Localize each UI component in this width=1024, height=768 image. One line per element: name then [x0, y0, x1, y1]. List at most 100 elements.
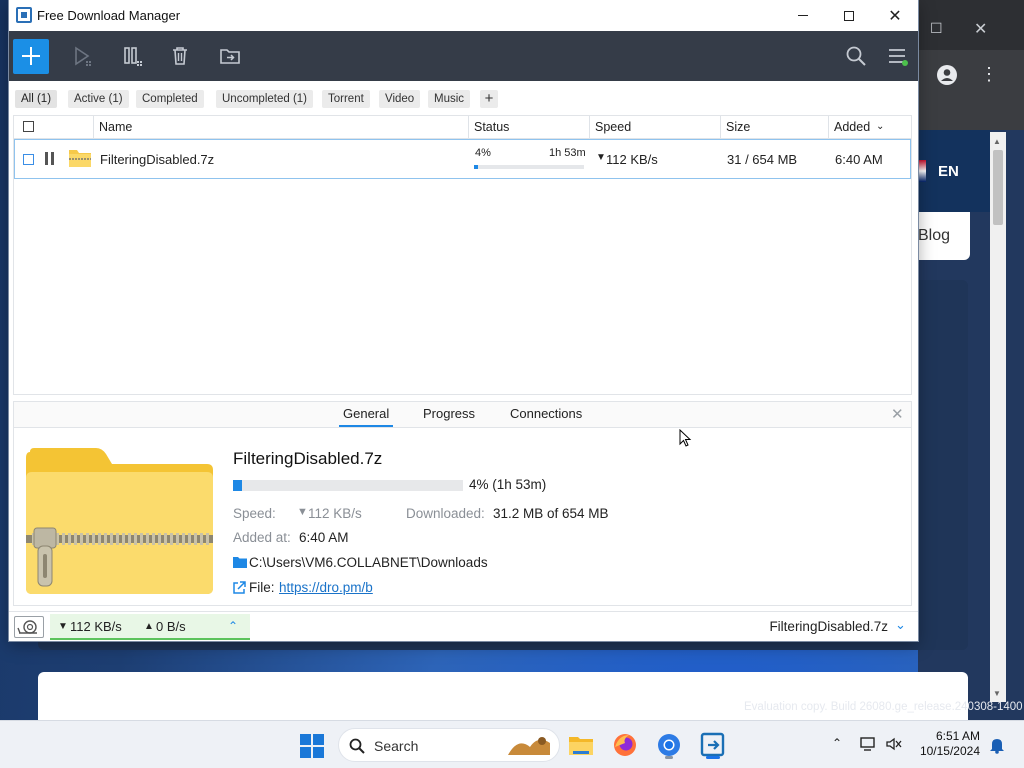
taskbar: Search ⌃ 6:51 AM 10/15/2024: [0, 720, 1024, 768]
status-current-file: FilteringDisabled.7z: [769, 619, 888, 634]
row-size: 31 / 654 MB: [727, 152, 798, 167]
file-label: File:: [249, 580, 275, 595]
folder-icon: [569, 737, 593, 755]
language-switcher[interactable]: EN: [918, 130, 990, 212]
column-divider[interactable]: [468, 116, 469, 138]
column-size[interactable]: Size: [726, 120, 750, 134]
clock-date: 10/15/2024: [919, 744, 980, 758]
firefox-icon: [614, 734, 636, 756]
file-explorer-app[interactable]: [565, 729, 597, 761]
blog-link[interactable]: Blog: [918, 212, 970, 260]
chrome-app[interactable]: [653, 729, 685, 761]
volume-muted-icon[interactable]: [885, 736, 903, 752]
column-divider[interactable]: [93, 116, 94, 138]
maximize-button[interactable]: [826, 0, 872, 31]
down-arrow-icon: ▼: [297, 506, 308, 518]
details-file-name: FilteringDisabled.7z: [233, 449, 383, 468]
resume-icon[interactable]: [71, 45, 93, 67]
download-path[interactable]: C:\Users\VM6.COLLABNET\Downloads: [249, 555, 488, 570]
column-divider[interactable]: [589, 116, 590, 138]
browser-scroll-thumb[interactable]: [993, 150, 1003, 225]
table-row[interactable]: FilteringDisabled.7z 4% 1h 53m ▼ 112 KB/…: [14, 139, 911, 179]
added-label: Added at:: [233, 530, 291, 545]
column-status[interactable]: Status: [474, 120, 509, 134]
downloaded-value: 31.2 MB of 654 MB: [493, 506, 609, 521]
tab-progress[interactable]: Progress: [423, 406, 475, 421]
add-download-button[interactable]: [13, 39, 49, 74]
row-progress-fill: [474, 165, 479, 169]
filter-bar: All (1) Active (1) Completed Uncompleted…: [9, 81, 918, 115]
filter-music[interactable]: Music: [428, 90, 471, 108]
upload-speed: 0 B/s: [156, 619, 186, 634]
move-folder-icon[interactable]: [219, 45, 241, 67]
fdm-window: Free Download Manager ✕ All (1) Active (…: [9, 0, 918, 641]
active-indicator: [706, 756, 720, 759]
language-label: EN: [938, 163, 959, 180]
search-highlight-icon: [508, 737, 550, 755]
search-icon: [349, 738, 365, 754]
add-filter-button[interactable]: +: [480, 90, 498, 108]
filter-completed[interactable]: Completed: [136, 90, 204, 108]
speed-value: 112 KB/s: [308, 506, 362, 521]
flag-icon: [918, 160, 926, 182]
speed-indicator[interactable]: ▼ 112 KB/s ▲ 0 B/s ⌃: [50, 614, 250, 640]
close-button[interactable]: ✕: [872, 0, 918, 31]
chevron-up-icon[interactable]: ⌃: [228, 619, 238, 633]
scroll-up-icon[interactable]: ▲: [993, 137, 1001, 146]
details-progress-text: 4% (1h 53m): [469, 477, 547, 492]
evaluation-watermark: Evaluation copy. Build 26080.ge_release.…: [744, 701, 1023, 713]
filter-active[interactable]: Active (1): [68, 90, 129, 108]
downloads-table: Name Status Speed Size Added ⌄ Filtering…: [13, 115, 912, 395]
column-divider[interactable]: [828, 116, 829, 138]
taskbar-search[interactable]: Search: [338, 728, 560, 762]
system-clock[interactable]: 6:51 AM 10/15/2024: [910, 729, 980, 759]
column-added[interactable]: Added: [834, 120, 870, 134]
main-toolbar: [9, 31, 918, 81]
minimize-button[interactable]: [780, 0, 826, 31]
firefox-app[interactable]: [609, 729, 641, 761]
download-speed: 112 KB/s: [70, 619, 122, 634]
browser-toolbar: ⋮: [918, 50, 1024, 130]
browser-titlebar: ☐ ✕: [918, 0, 1024, 50]
browser-maximize-icon[interactable]: ☐: [930, 20, 943, 37]
status-bar: ▼ 112 KB/s ▲ 0 B/s ⌃ FilteringDisabled.7…: [9, 611, 918, 641]
row-checkbox[interactable]: [23, 154, 34, 165]
chevron-up-icon[interactable]: ⌃: [832, 736, 842, 750]
row-added: 6:40 AM: [835, 152, 883, 167]
filter-all[interactable]: All (1): [15, 90, 58, 108]
browser-close-icon[interactable]: ✕: [974, 19, 987, 39]
details-progress-fill: [233, 480, 243, 491]
column-divider[interactable]: [720, 116, 721, 138]
scroll-down-icon[interactable]: ▼: [993, 689, 1001, 698]
select-all-checkbox[interactable]: [23, 121, 34, 132]
tab-connections[interactable]: Connections: [510, 406, 582, 421]
notification-bell-icon[interactable]: [989, 736, 1005, 754]
filter-video[interactable]: Video: [379, 90, 421, 108]
profile-icon[interactable]: [936, 64, 958, 86]
filter-uncompleted[interactable]: Uncompleted (1): [216, 90, 314, 108]
network-icon[interactable]: [860, 736, 878, 752]
download-speed-icon: ▼: [58, 621, 68, 632]
column-speed[interactable]: Speed: [595, 120, 631, 134]
details-panel: General Progress Connections ✕ Filtering…: [13, 401, 912, 606]
archive-folder-icon: [69, 150, 91, 167]
search-icon[interactable]: [845, 45, 867, 67]
menu-icon[interactable]: [887, 45, 909, 67]
file-link[interactable]: https://dro.pm/b: [279, 580, 373, 595]
mouse-cursor-icon: [679, 429, 692, 447]
speed-mode-button[interactable]: [14, 616, 44, 638]
browser-menu-icon[interactable]: ⋮: [980, 64, 998, 85]
start-button[interactable]: [300, 734, 324, 758]
fdm-app[interactable]: [697, 729, 729, 761]
close-details-icon[interactable]: ✕: [891, 405, 904, 423]
pause-row-icon-bar: [51, 152, 54, 165]
sort-desc-icon[interactable]: ⌄: [876, 121, 884, 132]
pause-icon[interactable]: [122, 45, 144, 67]
delete-icon[interactable]: [169, 45, 191, 67]
filter-torrent[interactable]: Torrent: [322, 90, 370, 108]
tab-general[interactable]: General: [338, 406, 394, 427]
pause-row-icon[interactable]: [45, 152, 48, 165]
chevron-down-icon[interactable]: ⌄: [895, 617, 906, 633]
table-header: Name Status Speed Size Added ⌄: [14, 116, 911, 139]
column-name[interactable]: Name: [99, 120, 132, 134]
